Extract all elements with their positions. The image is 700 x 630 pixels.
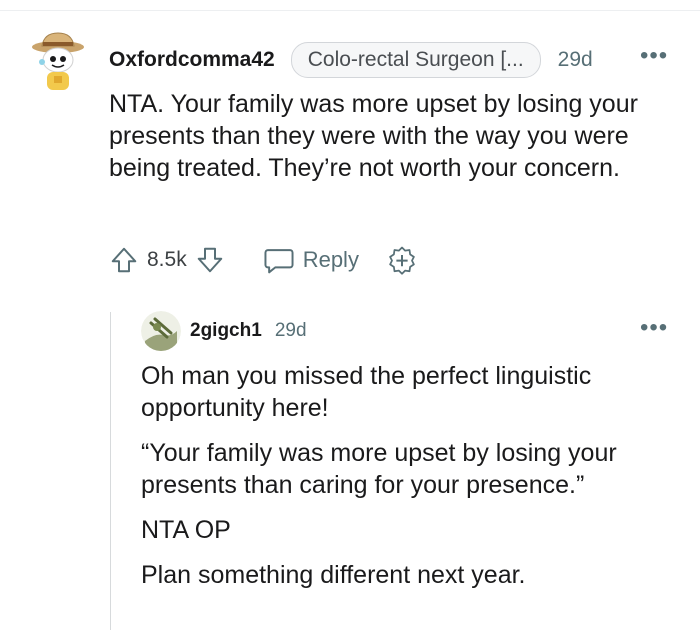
vote-score: 8.5k [147,248,187,271]
award-button[interactable] [387,245,417,275]
reply-paragraph: NTA OP [141,516,231,544]
user-flair: Colo-rectal Surgeon [... [290,42,541,78]
reply-label: Reply [302,247,359,272]
comment-body: NTA. Your family was more upset by losin… [109,90,638,182]
reply-username-link[interactable]: 2gigch1 [190,320,262,342]
reply-avatar[interactable] [141,311,181,351]
reply-paragraph: Oh man you missed the perfect linguistic… [141,362,592,422]
thread-line[interactable] [110,312,111,630]
comment-header: Oxfordcomma42 Colo-rectal Surgeon [... 2… [109,40,593,80]
reply-paragraph: “Your family was more upset by losing yo… [141,439,617,499]
comment-actions: 8.5k Reply [109,240,417,280]
upvote-icon[interactable] [109,245,139,275]
reply-paragraph: Plan something different next year. [141,561,526,589]
reply-button[interactable]: Reply [263,245,359,275]
username-link[interactable]: Oxfordcomma42 [109,48,275,72]
reply-icon [263,245,295,275]
award-icon [387,245,417,275]
downvote-icon[interactable] [195,245,225,275]
user-avatar[interactable] [30,30,86,94]
reply-body: Oh man you missed the perfect linguistic… [141,360,681,604]
comment-timestamp[interactable]: 29d [558,48,593,72]
reply-header: 2gigch1 29d [190,316,307,346]
more-options-icon[interactable]: ••• [640,44,668,68]
reply-more-options-icon[interactable]: ••• [640,316,668,340]
top-divider [0,10,700,11]
reply-timestamp[interactable]: 29d [275,320,307,342]
